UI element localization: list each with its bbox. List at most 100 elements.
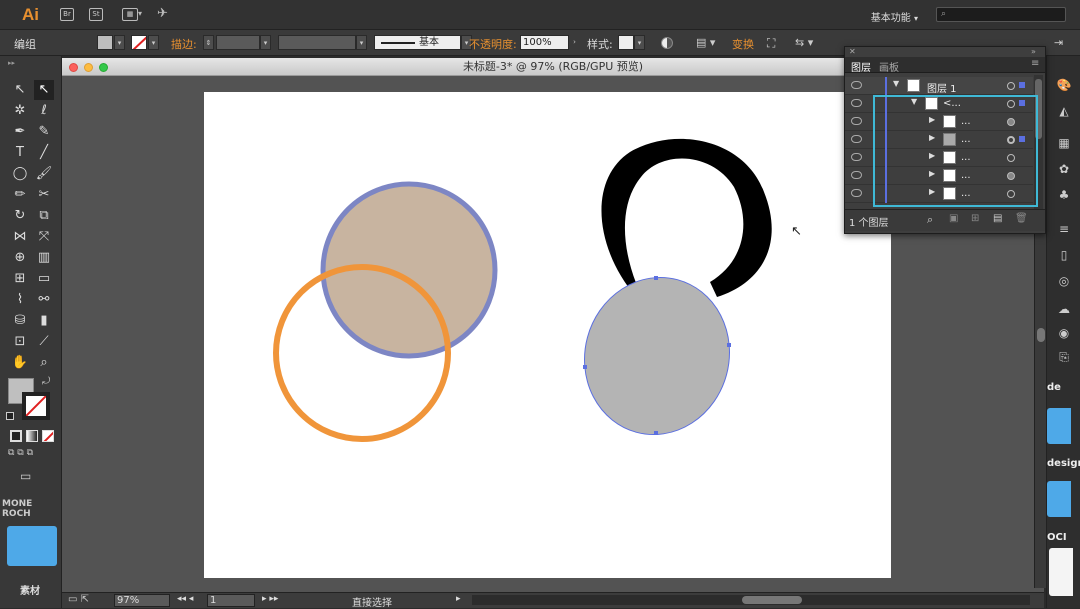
stroke-weight-field[interactable] [216, 35, 260, 50]
ellipse-tool-icon[interactable]: ◯ [10, 164, 30, 184]
opacity-field[interactable]: 100% [520, 35, 569, 50]
anchor-point-bottom[interactable] [654, 431, 658, 435]
horizontal-scroll-thumb[interactable] [742, 596, 802, 604]
zoom-field[interactable]: 97% [114, 594, 170, 607]
symbols-icon[interactable]: ♣ [1056, 188, 1072, 202]
visibility-eye-icon[interactable] [851, 135, 862, 143]
mesh-tool-icon[interactable]: ⊞ [10, 269, 30, 289]
artboard-tool-icon[interactable]: ⊡ [10, 332, 30, 352]
hand-tool-icon[interactable]: ✋ [10, 353, 30, 373]
visibility-eye-icon[interactable] [851, 153, 862, 161]
gradient-mode-icon[interactable] [26, 430, 38, 442]
zoom-tool-icon[interactable]: ⌕ [34, 353, 54, 373]
stroke-swatch[interactable] [131, 35, 147, 50]
color-mode-icon[interactable] [10, 430, 22, 442]
stroke-dropdown[interactable]: ▾ [148, 35, 159, 50]
layer-row[interactable]: ▼ 图层 1 [845, 77, 1033, 95]
brushes-icon[interactable]: ✿ [1056, 162, 1072, 176]
panel-collapse-icon[interactable]: ✕ [849, 47, 856, 56]
tab-layers[interactable]: 图层 [851, 59, 871, 74]
recolor-artwork-icon[interactable] [661, 37, 673, 49]
chevron-down-icon[interactable]: ▾ [138, 9, 142, 18]
align-icon[interactable]: ▤ ▾ [696, 36, 715, 49]
arrange-documents-icon[interactable]: ▦ [122, 8, 138, 21]
transform-link[interactable]: 变换 [732, 36, 754, 52]
opacity-label[interactable]: 不透明度: [469, 36, 517, 52]
appearance-icon[interactable]: ◉ [1056, 326, 1072, 340]
next-artboard-icon[interactable]: ▸ ▸▸ [262, 594, 278, 604]
panel-menu-icon[interactable]: ≡ [1031, 58, 1039, 69]
bridge-icon[interactable]: Br [60, 8, 74, 21]
color-guide-icon[interactable]: ◭ [1056, 104, 1072, 118]
status-menu-icon[interactable]: ▸ [456, 594, 461, 604]
make-clipping-mask-icon[interactable]: ▣ [949, 213, 958, 224]
scale-tool-icon[interactable]: ⧉ [34, 206, 54, 226]
screen-mode-icon[interactable]: ▭ [20, 469, 31, 483]
search-input[interactable]: ⌕ [936, 7, 1066, 22]
fill-dropdown[interactable]: ▾ [114, 35, 125, 50]
gpu-performance-icon[interactable]: ✈ [157, 6, 168, 21]
zoom-window-button[interactable] [99, 63, 108, 72]
minimize-window-button[interactable] [84, 63, 93, 72]
column-graph-tool-icon[interactable]: ▮ [34, 311, 54, 331]
visibility-eye-icon[interactable] [851, 81, 862, 89]
opacity-arrow-icon[interactable]: › [569, 35, 580, 50]
isolate-icon[interactable]: ⛶ [767, 36, 775, 51]
type-tool-icon[interactable]: T [10, 143, 30, 163]
arrange-icon[interactable]: ⇆ ▾ [795, 36, 813, 49]
paintbrush-tool-icon[interactable]: 🖌 [34, 164, 54, 184]
profile-dropdown[interactable]: ▾ [356, 35, 367, 50]
export-icon[interactable]: ⎘ [1056, 350, 1072, 364]
folder-icon[interactable] [1047, 481, 1071, 517]
anchor-point-right[interactable] [727, 343, 731, 347]
stroke-color-box[interactable] [22, 392, 50, 420]
document-file-icon[interactable] [1049, 548, 1073, 596]
swatches-icon[interactable]: ▦ [1056, 136, 1072, 150]
default-colors-icon[interactable] [6, 412, 14, 420]
new-sublayer-icon[interactable]: ⊞ [971, 213, 979, 224]
pen-tool-icon[interactable]: ✒ [10, 122, 30, 142]
stroke-label[interactable]: 描边: [171, 36, 197, 52]
panel-menu-icon[interactable]: ⇥ [1054, 36, 1063, 49]
layer-name[interactable]: 图层 1 [927, 80, 957, 95]
graphic-style-swatch[interactable] [618, 35, 634, 50]
slice-tool-icon[interactable]: ⟋ [34, 332, 54, 352]
selection-indicator[interactable] [1019, 82, 1025, 88]
stroke-panel-icon[interactable]: ≡ [1056, 222, 1072, 236]
style-dropdown[interactable]: ▾ [634, 35, 645, 50]
eyedropper-tool-icon[interactable]: ⌇ [10, 290, 30, 310]
shape-builder-tool-icon[interactable]: ⊕ [10, 248, 30, 268]
expand-triangle-icon[interactable]: ▼ [893, 79, 899, 88]
rotate-tool-icon[interactable]: ↻ [10, 206, 30, 226]
lasso-tool-icon[interactable]: ℓ [34, 101, 54, 121]
swap-colors-icon[interactable]: ⤾ [42, 376, 50, 387]
scissors-tool-icon[interactable]: ✂ [34, 185, 54, 205]
pencil-tool-icon[interactable]: ✏ [10, 185, 30, 205]
previous-artboard-icon[interactable]: ◂◂ ◂ [177, 594, 193, 604]
visibility-eye-icon[interactable] [851, 117, 862, 125]
transparency-icon[interactable]: ◎ [1056, 274, 1072, 288]
panel-expand-icon[interactable]: » [1031, 47, 1036, 56]
stroke-weight-dropdown[interactable]: ▾ [260, 35, 271, 50]
stroke-weight-stepper[interactable]: ⇕ [203, 35, 214, 50]
color-panel-icon[interactable]: 🎨 [1056, 78, 1072, 92]
close-window-button[interactable] [69, 63, 78, 72]
fill-swatch[interactable] [97, 35, 113, 50]
visibility-eye-icon[interactable] [851, 99, 862, 107]
gradient-panel-icon[interactable]: ▯ [1056, 248, 1072, 262]
curvature-tool-icon[interactable]: ✎ [34, 122, 54, 142]
delete-icon[interactable]: 🗑 [1015, 213, 1028, 224]
selection-tool-icon[interactable]: ↖ [10, 80, 30, 100]
free-transform-tool-icon[interactable]: ⤧ [34, 227, 54, 247]
drawing-modes-icon[interactable]: ⧉ ⧉ ⧉ [8, 448, 56, 462]
none-mode-icon[interactable] [42, 430, 54, 442]
folder-icon[interactable] [1047, 408, 1071, 444]
symbol-sprayer-tool-icon[interactable]: ⛁ [10, 311, 30, 331]
artwork-canvas[interactable] [204, 92, 891, 578]
vertical-scroll-thumb[interactable] [1037, 328, 1045, 342]
blend-tool-icon[interactable]: ⚯ [34, 290, 54, 310]
brush-definition[interactable]: 基本 [374, 35, 461, 50]
new-layer-icon[interactable]: ▤ [993, 213, 1002, 224]
visibility-eye-icon[interactable] [851, 171, 862, 179]
target-icon[interactable] [1007, 82, 1015, 90]
